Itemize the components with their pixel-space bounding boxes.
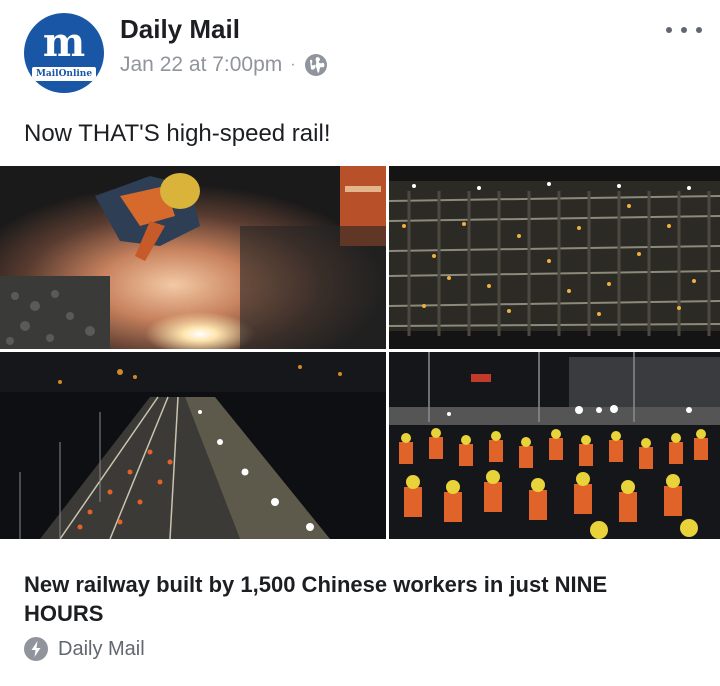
- photo-aerial-tracks-night[interactable]: [389, 166, 720, 349]
- photo-worker-welding-sparks[interactable]: [0, 166, 386, 349]
- post-timestamp[interactable]: Jan 22 at 7:00pm: [120, 50, 282, 80]
- meta-separator: ·: [290, 56, 296, 73]
- link-headline[interactable]: New railway built by 1,500 Chinese worke…: [24, 570, 684, 628]
- bolt-icon: [24, 637, 48, 661]
- photo-grid: [0, 166, 720, 539]
- page-avatar[interactable]: m MailOnline: [24, 13, 104, 93]
- facebook-post: m MailOnline Daily Mail Jan 22 at 7:00pm…: [0, 0, 720, 686]
- mailonline-wordmark: MailOnline: [32, 67, 96, 81]
- more-options-button[interactable]: [666, 18, 702, 42]
- post-meta: Jan 22 at 7:00pm ·: [120, 50, 328, 80]
- mail-logo-letter: m: [42, 19, 86, 66]
- globe-icon[interactable]: [304, 53, 328, 77]
- more-dots-icon: [666, 27, 672, 33]
- source-name: Daily Mail: [58, 638, 145, 660]
- more-dot: [681, 27, 687, 33]
- more-dot: [696, 27, 702, 33]
- page-name-link[interactable]: Daily Mail: [120, 12, 240, 46]
- post-caption: Now THAT'S high-speed rail!: [24, 120, 331, 147]
- link-source: Daily Mail: [24, 635, 145, 663]
- photo-crowd-of-workers-hardhats[interactable]: [389, 352, 720, 539]
- photo-railway-corridor-lights[interactable]: [0, 352, 386, 539]
